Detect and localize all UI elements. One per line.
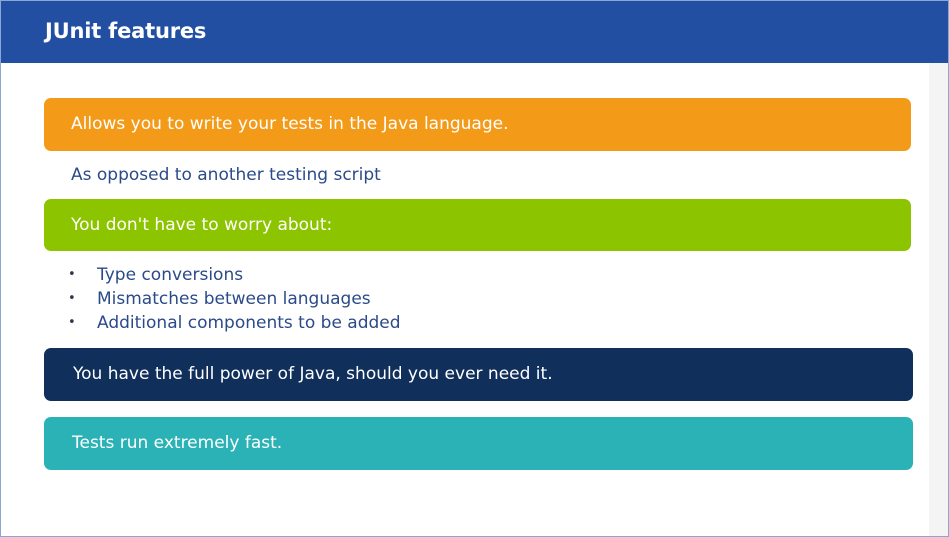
slide-title: JUnit features	[45, 19, 207, 43]
bullet-dot-icon: •	[68, 291, 76, 306]
bullet-item: • Type conversions	[68, 263, 401, 287]
bullet-dot-icon: •	[68, 267, 76, 282]
bullet-item: • Additional components to be added	[68, 311, 401, 335]
bullet-text: Mismatches between languages	[97, 289, 371, 309]
bullet-text: Additional components to be added	[97, 313, 401, 333]
bullet-dot-icon: •	[68, 315, 76, 330]
note-opposed-to-script: As opposed to another testing script	[71, 165, 381, 185]
slide: JUnit features Allows you to write your …	[0, 0, 949, 537]
feature-bar-full-power: You have the full power of Java, should …	[44, 348, 913, 401]
right-edge-strip	[929, 63, 948, 536]
worry-bullet-list: • Type conversions • Mismatches between la…	[68, 263, 401, 335]
bullet-item: • Mismatches between languages	[68, 287, 401, 311]
slide-header: JUnit features	[1, 1, 948, 63]
feature-bar-write-tests: Allows you to write your tests in the Ja…	[44, 98, 911, 151]
feature-bar-no-worry: You don't have to worry about:	[44, 199, 911, 251]
feature-bar-fast: Tests run extremely fast.	[44, 417, 913, 470]
bullet-text: Type conversions	[97, 265, 244, 285]
